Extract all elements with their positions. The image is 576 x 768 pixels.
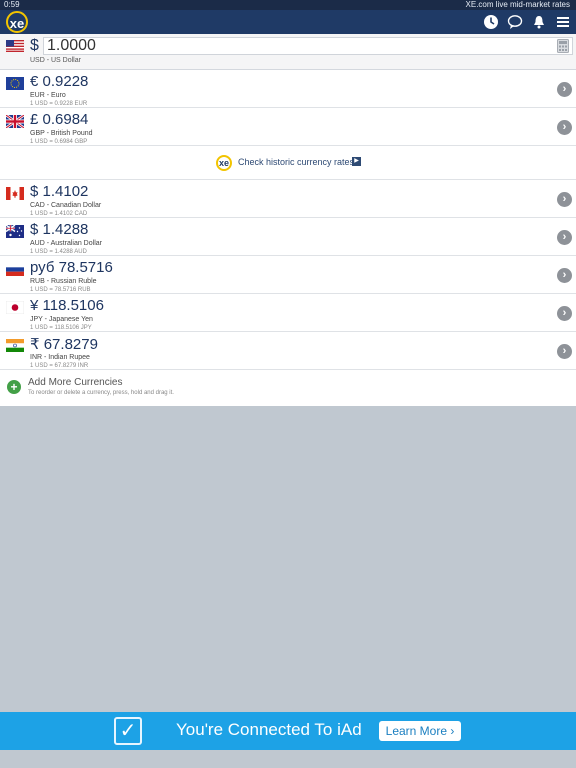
currency-rate: 1 USD = 0.6984 GBP [30,139,88,145]
calculator-icon[interactable] [557,39,569,53]
base-currency-name: USD - US Dollar [30,57,81,64]
currency-name: CAD - Canadian Dollar [30,202,102,209]
status-right-text: XE.com live mid-market rates [465,0,570,9]
learn-more-button[interactable]: Learn More › [379,721,461,741]
currency-row-cad[interactable]: $ 1.4102 CAD - Canadian Dollar 1 USD = 1… [0,180,576,218]
currency-rate: 1 USD = 118.5106 JPY [30,325,92,331]
historic-rates-link[interactable]: xe Check historic currency rates ▶ [0,146,576,180]
bell-icon[interactable] [530,12,548,32]
in-flag-icon [6,339,24,352]
currency-row-aud[interactable]: $ 1.4288 AUD - Australian Dollar 1 USD =… [0,218,576,256]
add-more-title: Add More Currencies [28,377,123,388]
currency-rate: 1 USD = 0.9228 EUR [30,101,88,107]
ru-flag-icon [6,263,24,276]
chat-bubble-icon[interactable] [506,12,524,32]
add-more-currencies[interactable]: + Add More Currencies To reorder or dele… [0,370,576,406]
base-currency-row: $ USD - US Dollar [0,34,576,70]
checkmark-icon: ✓ [114,717,142,745]
add-more-hint: To reorder or delete a currency, press, … [28,390,174,396]
currency-amount: € 0.9228 [30,73,89,90]
gb-flag-icon [6,115,24,128]
currency-row-gbp[interactable]: £ 0.6984 GBP - British Pound 1 USD = 0.6… [0,108,576,146]
currency-name: EUR - Euro [30,92,66,99]
nav-bar: xe [0,10,576,34]
chevron-right-icon[interactable]: › [557,82,572,97]
us-flag-icon [6,40,24,52]
chevron-right-icon[interactable]: › [557,306,572,321]
currency-row-jpy[interactable]: ¥ 118.5106 JPY - Japanese Yen 1 USD = 11… [0,294,576,332]
chevron-right-icon[interactable]: › [557,192,572,207]
currency-rate: 1 USD = 78.5716 RUB [30,287,91,293]
eu-flag-icon [6,77,24,90]
currency-amount: ¥ 118.5106 [30,297,104,314]
base-amount-input[interactable] [43,37,573,55]
currency-name: INR - Indian Rupee [30,354,90,361]
chevron-right-icon[interactable]: › [557,344,572,359]
currency-row-inr[interactable]: ₹ 67.8279 INR - Indian Rupee 1 USD = 67.… [0,332,576,370]
currency-amount: $ 1.4288 [30,221,89,238]
currency-row-rub[interactable]: руб 78.5716 RUB - Russian Ruble 1 USD = … [0,256,576,294]
currency-name: AUD - Australian Dollar [30,240,102,247]
history-clock-icon[interactable] [482,12,500,32]
jp-flag-icon [6,301,24,314]
iad-banner[interactable]: ✓ You're Connected To iAd Learn More › [0,712,576,750]
chevron-right-icon[interactable]: › [557,268,572,283]
status-time: 0:59 [4,0,20,9]
currency-name: JPY - Japanese Yen [30,316,93,323]
play-arrow-icon: ▶ [352,157,361,166]
au-flag-icon [6,225,24,238]
currency-amount: руб 78.5716 [30,259,113,276]
ad-text: You're Connected To iAd [176,720,362,739]
currency-rate: 1 USD = 1.4288 AUD [30,249,87,255]
currency-list: € 0.9228 EUR - Euro 1 USD = 0.9228 EUR ›… [0,70,576,406]
xe-logo[interactable]: xe [6,11,28,33]
base-currency-symbol: $ [30,37,39,54]
currency-amount: ₹ 67.8279 [30,336,98,353]
currency-amount: £ 0.6984 [30,111,89,128]
currency-name: RUB - Russian Ruble [30,278,97,285]
ca-flag-icon [6,187,24,200]
nav-icons [482,12,572,32]
xe-mini-logo: xe [216,155,232,171]
historic-rates-label: Check historic currency rates [238,157,355,167]
plus-circle-icon[interactable]: + [7,380,21,394]
chevron-right-icon[interactable]: › [557,120,572,135]
chevron-right-icon[interactable]: › [557,230,572,245]
currency-amount: $ 1.4102 [30,183,89,200]
menu-icon[interactable] [554,12,572,32]
currency-rate: 1 USD = 67.8279 INR [30,363,89,369]
currency-row-eur[interactable]: € 0.9228 EUR - Euro 1 USD = 0.9228 EUR › [0,70,576,108]
status-bar: 0:59 XE.com live mid-market rates [0,0,576,10]
currency-rate: 1 USD = 1.4102 CAD [30,211,88,217]
currency-name: GBP - British Pound [30,130,93,137]
